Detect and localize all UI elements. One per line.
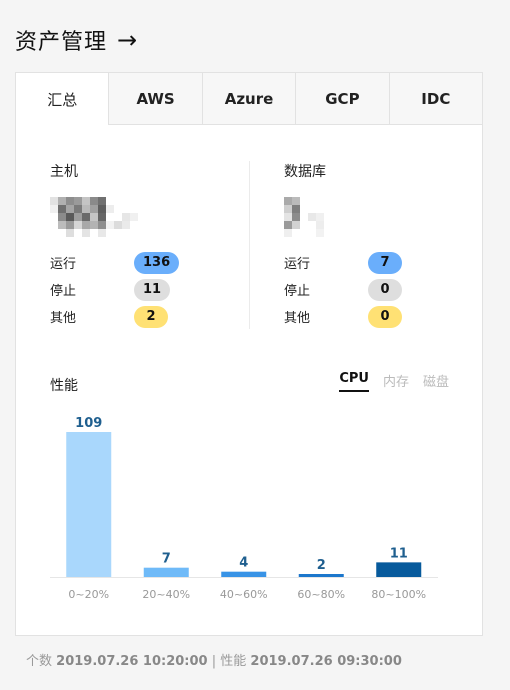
databases-title: 数据库 [284,164,326,180]
status-label: 运行 [284,257,311,272]
summary-section: 主机 运行 136 停止 11 其他 2 数据库 运行 7 停止 0 其他 0 [16,161,482,331]
status-badge: 0 [368,305,402,328]
chart-bar[interactable] [298,574,344,577]
bar-value-label: 11 [390,546,408,561]
update-footer: 个数 2019.07.26 10:20:00 | 性能 2019.07.26 0… [26,650,402,669]
x-tick-label: 0~20% [68,588,109,601]
chart-bar[interactable] [143,567,189,577]
databases-count-blurred [284,197,484,237]
x-tick-label: 20~40% [142,588,190,601]
tab-azure[interactable]: Azure [201,73,296,124]
page-title: 资产管理 [15,30,108,55]
footer-separator: | [211,654,217,669]
status-badge: 2 [134,305,168,328]
chart-bar[interactable] [66,432,112,577]
tab-idc[interactable]: IDC [388,73,483,124]
tab-aws[interactable]: AWS [108,73,202,124]
bar-value-label: 4 [239,556,248,571]
tab-label: IDC [421,89,451,108]
status-label: 其他 [50,311,77,326]
bar-value-label: 109 [75,416,102,431]
hosts-count-blurred [50,197,250,237]
perf-label: 性能 [220,654,247,669]
tab-gcp[interactable]: GCP [295,73,389,124]
status-badge: 136 [134,251,180,274]
tab-memory[interactable]: 内存 [383,371,409,392]
tab-label: 汇总 [47,90,78,109]
cloud-tabs: 汇总 AWS Azure GCP IDC [16,73,483,126]
databases-column: 数据库 运行 7 停止 0 其他 0 [284,161,484,330]
hosts-running-row[interactable]: 运行 136 [50,249,250,276]
status-label: 停止 [284,284,311,299]
status-label: 运行 [50,257,77,272]
section-divider [249,161,250,329]
count-label: 个数 [26,654,53,669]
hosts-other-row[interactable]: 其他 2 [50,303,250,330]
status-label: 停止 [50,284,77,299]
x-tick-label: 80~100% [371,588,426,601]
tab-label: GCP [325,89,360,108]
tab-cpu[interactable]: CPU [339,371,369,392]
x-tick-label: 40~60% [220,588,268,601]
chart-bar[interactable] [376,562,422,577]
cpu-distribution-chart: 109 0~20% 7 20~40% 4 40~60% 2 60~80% 11 80~100% [50,416,438,601]
x-tick-label: 60~80% [297,588,345,601]
page-header: 资产管理 → [15,24,137,56]
performance-title: 性能 [50,378,78,394]
hosts-stopped-row[interactable]: 停止 11 [50,276,250,303]
performance-metric-tabs: CPU 内存 磁盘 [339,371,449,392]
tab-summary[interactable]: 汇总 [16,73,109,126]
arrow-right-icon[interactable]: → [117,28,137,52]
status-badge: 7 [368,251,402,274]
chart-bar[interactable] [221,571,267,577]
databases-running-row[interactable]: 运行 7 [284,249,484,276]
status-badge: 11 [134,278,171,301]
databases-stopped-row[interactable]: 停止 0 [284,276,484,303]
hosts-title: 主机 [50,164,78,180]
tab-label: Azure [224,89,274,108]
perf-timestamp: 2019.07.26 09:30:00 [250,654,402,669]
asset-card: 汇总 AWS Azure GCP IDC 主机 运行 136 停止 11 其他 … [15,72,483,636]
count-timestamp: 2019.07.26 10:20:00 [56,654,208,669]
hosts-column: 主机 运行 136 停止 11 其他 2 [50,161,250,330]
tab-label: AWS [136,89,175,108]
status-badge: 0 [368,278,402,301]
tab-disk[interactable]: 磁盘 [423,371,449,392]
databases-other-row[interactable]: 其他 0 [284,303,484,330]
bar-value-label: 2 [317,558,326,573]
status-label: 其他 [284,311,311,326]
bar-value-label: 7 [162,552,171,567]
